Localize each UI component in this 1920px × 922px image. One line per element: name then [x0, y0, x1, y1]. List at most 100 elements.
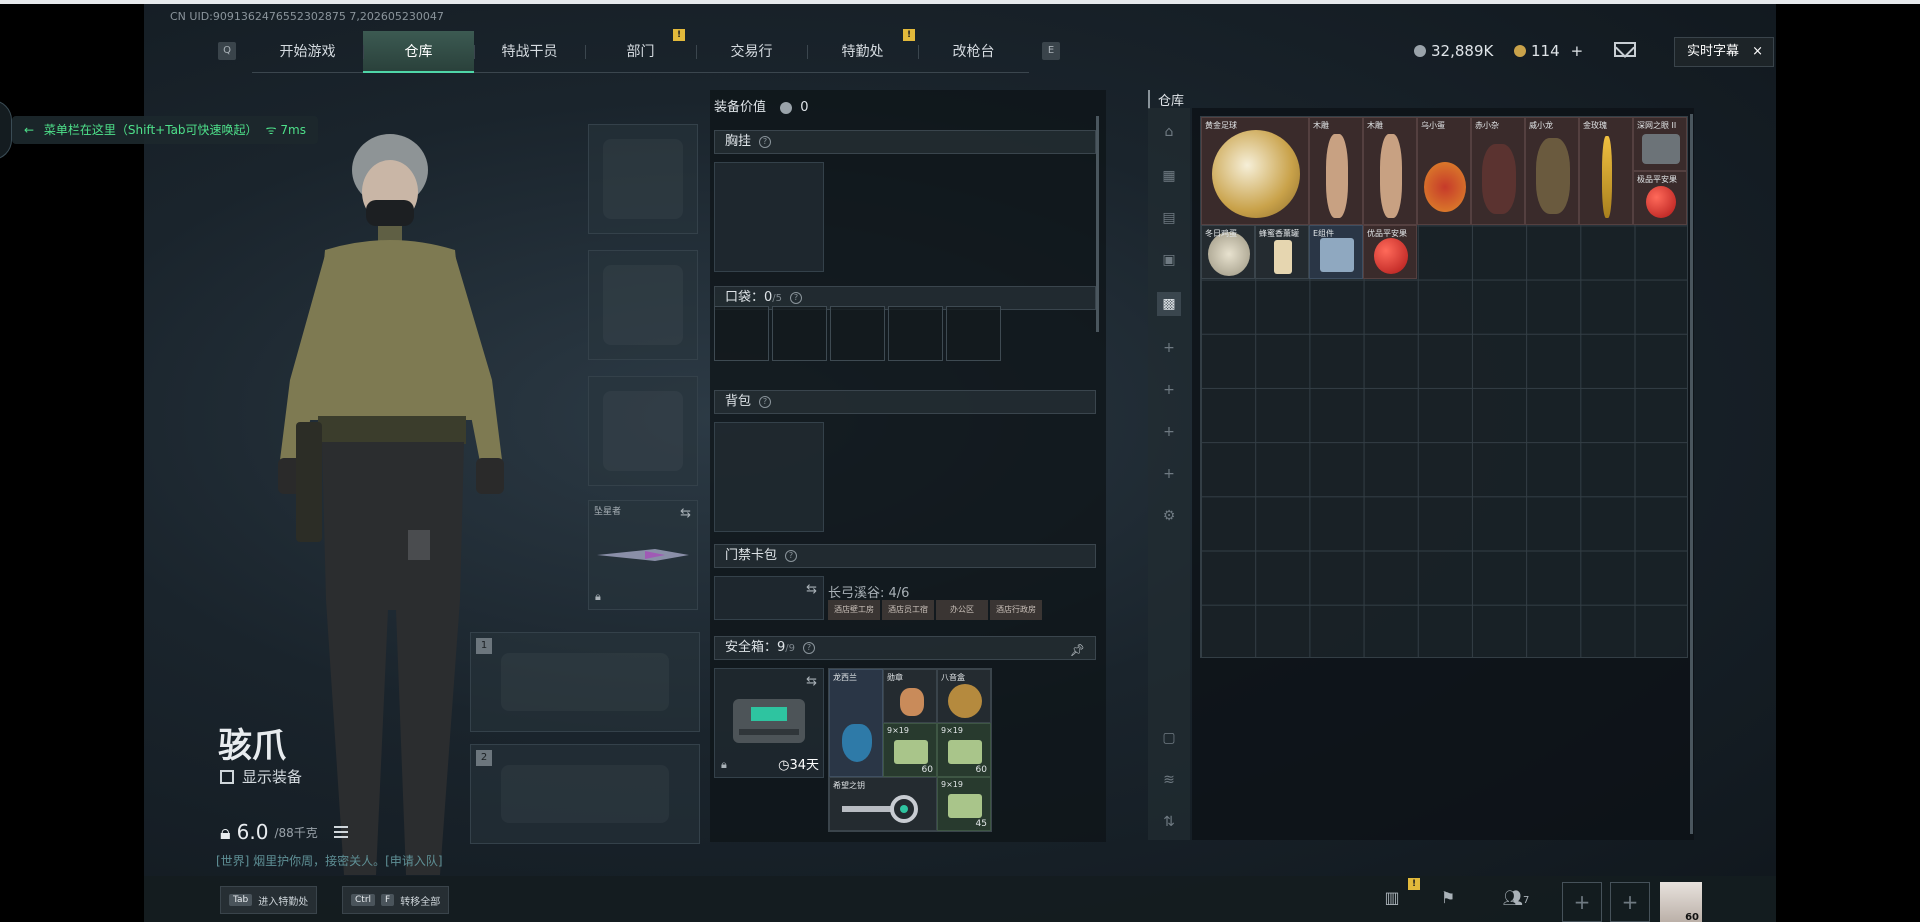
warehouse-tab-2-icon[interactable]: ▦	[1157, 164, 1181, 188]
pocket-slot[interactable]	[946, 306, 1001, 361]
warehouse-tab-5-icon[interactable]: ▩	[1157, 292, 1181, 316]
inventory-item[interactable]: 乌小蛋	[1417, 117, 1471, 225]
pin-icon[interactable]: 📌︎	[1070, 639, 1085, 661]
add-party-slot[interactable]: +	[1610, 882, 1650, 922]
swap-icon[interactable]: ⇆	[680, 506, 691, 521]
inventory-item[interactable]: 蜂蜜香薰罐	[1255, 225, 1309, 279]
armor-slot[interactable]	[588, 250, 698, 360]
transfer-all-shortcut[interactable]: Ctrl F 转移全部	[342, 886, 450, 914]
tab-operators[interactable]: 特战干员	[474, 31, 585, 73]
inventory-item[interactable]: 勋章	[883, 669, 937, 723]
menu-handle[interactable]	[0, 100, 12, 160]
inventory-item[interactable]: 极品平安果	[1633, 171, 1687, 225]
inventory-item[interactable]: 希望之钥	[829, 777, 937, 831]
keycard-tag[interactable]: 办公区	[936, 600, 988, 620]
close-icon[interactable]: ×	[1752, 38, 1763, 66]
gold-currency[interactable]: 114 +	[1514, 42, 1583, 60]
add-tab-icon[interactable]: +	[1157, 378, 1181, 402]
pocket-slot[interactable]	[772, 306, 827, 361]
add-tab-icon[interactable]: +	[1157, 420, 1181, 444]
gold-rose-icon	[1602, 136, 1612, 218]
menu-hint-text: 菜单栏在这里（Shift+Tab可快速唤起）	[43, 123, 258, 137]
inventory-item[interactable]: 八音盒	[937, 669, 991, 723]
pocket-slot[interactable]	[714, 306, 769, 361]
stats-icon[interactable]: ▥	[1378, 888, 1406, 912]
inventory-item[interactable]: 冬日鸡蛋	[1201, 225, 1255, 279]
inventory-item[interactable]: 金玫瑰	[1579, 117, 1633, 225]
keycard-tag[interactable]: 酒店员工宿	[882, 600, 934, 620]
help-icon[interactable]: ?	[790, 291, 803, 304]
flag-icon[interactable]: ⚑	[1434, 888, 1462, 912]
nav-left-key[interactable]: Q	[218, 42, 236, 60]
warehouse-tab-4-icon[interactable]: ▣	[1157, 248, 1181, 272]
inventory-item[interactable]: 9×19 60	[883, 723, 937, 777]
menu-hint-banner[interactable]: ← 菜单栏在这里（Shift+Tab可快速唤起） ᯤ 7ms	[12, 116, 318, 144]
live-subtitle-button[interactable]: 实时字幕 ×	[1674, 37, 1774, 67]
inventory-item[interactable]: 龙西兰	[829, 669, 883, 777]
ammo-box-icon	[948, 740, 982, 764]
add-tab-icon[interactable]: +	[1157, 336, 1181, 360]
warehouse-tab-sidebar: ⌂ ▦ ▤ ▣ ▩ + + + + ⚙ ▢ ≋ ⇅	[1148, 108, 1190, 840]
primary-weapon-slot-1[interactable]: 1	[470, 632, 700, 732]
list-icon[interactable]	[333, 826, 348, 838]
pistol-slot[interactable]	[588, 376, 698, 486]
safe-box-slot[interactable]: ⇆ 🔒︎ ◷34天	[714, 668, 824, 778]
enter-special-ops-shortcut[interactable]: Tab 进入特勤处	[220, 886, 318, 914]
inventory-item[interactable]: 9×19 45	[937, 777, 991, 831]
apple-icon	[1374, 238, 1408, 274]
chest-rig-slot[interactable]	[714, 162, 824, 272]
friends-icon[interactable]: 👥︎7	[1494, 888, 1538, 912]
world-chat-line[interactable]: [世界] 烟里护你周，接密关人。[申请入队]	[216, 852, 443, 869]
inventory-item[interactable]: 深网之眼 II	[1633, 117, 1687, 171]
loadout-scrollbar[interactable]	[1096, 116, 1099, 332]
backpack-slot[interactable]	[714, 422, 824, 532]
inventory-item[interactable]: 赤小杂	[1471, 117, 1525, 225]
primary-weapon-slot-2[interactable]: 2	[470, 744, 700, 844]
add-party-slot[interactable]: +	[1562, 882, 1602, 922]
keycard-map-progress: 长弓溪谷: 4/6	[828, 586, 910, 601]
inventory-item[interactable]: E组件	[1309, 225, 1363, 279]
tab-market[interactable]: 交易行	[696, 31, 807, 73]
add-tab-icon[interactable]: +	[1157, 462, 1181, 486]
keycard-slot[interactable]: ⇆	[714, 576, 824, 620]
melee-slot[interactable]: 坠星者 ⇆ 🔒︎	[588, 500, 698, 610]
pocket-slot[interactable]	[830, 306, 885, 361]
swap-icon[interactable]: ⇆	[806, 582, 817, 597]
help-icon[interactable]: ?	[785, 549, 798, 562]
inventory-item[interactable]: 威小龙	[1525, 117, 1579, 225]
sort-icon[interactable]: ⇅	[1157, 810, 1181, 834]
inventory-item[interactable]: 黄金足球	[1201, 117, 1309, 225]
inventory-item[interactable]: 9×19 60	[937, 723, 991, 777]
show-equipment-toggle[interactable]: 显示装备	[220, 766, 302, 787]
tab-gunsmith[interactable]: 改枪台	[918, 31, 1029, 73]
warehouse-tab-3-icon[interactable]: ▤	[1157, 206, 1181, 230]
tab-warehouse[interactable]: 仓库	[363, 31, 474, 73]
warehouse-tab-all-icon[interactable]: ⌂	[1157, 120, 1181, 144]
inventory-item[interactable]: 木雕	[1309, 117, 1363, 225]
tab-start-game[interactable]: 开始游戏	[252, 31, 363, 73]
tab-special-ops[interactable]: 特勤处 !	[807, 29, 918, 73]
checkbox[interactable]	[220, 769, 234, 784]
help-icon[interactable]: ?	[759, 135, 772, 148]
help-icon[interactable]: ?	[803, 641, 816, 654]
inventory-item[interactable]: 木雕	[1363, 117, 1417, 225]
layers-icon[interactable]: ≋	[1157, 768, 1181, 792]
keycard-tag[interactable]: 酒店壁工房	[828, 600, 880, 620]
container-icon[interactable]: ▢	[1157, 726, 1181, 750]
inventory-item[interactable]: 优品平安果	[1363, 225, 1417, 279]
swap-icon[interactable]: ⇆	[806, 674, 817, 689]
tab-department[interactable]: 部门 !	[585, 29, 696, 73]
warehouse-scrollbar[interactable]	[1690, 114, 1693, 834]
nav-right-key[interactable]: E	[1042, 42, 1060, 60]
mail-icon[interactable]	[1614, 42, 1636, 57]
wood-carving-icon	[1380, 134, 1402, 218]
ping-readout: ᯤ 7ms	[265, 123, 306, 137]
helmet-slot[interactable]	[588, 124, 698, 234]
help-icon[interactable]: ?	[759, 395, 772, 408]
notification-badge: !	[1408, 878, 1420, 890]
avatar[interactable]: 60	[1660, 882, 1702, 922]
pocket-slot[interactable]	[888, 306, 943, 361]
gear-icon[interactable]: ⚙	[1157, 504, 1181, 528]
keycard-tag[interactable]: 酒店行政房	[990, 600, 1042, 620]
add-currency-button[interactable]: +	[1571, 42, 1584, 60]
